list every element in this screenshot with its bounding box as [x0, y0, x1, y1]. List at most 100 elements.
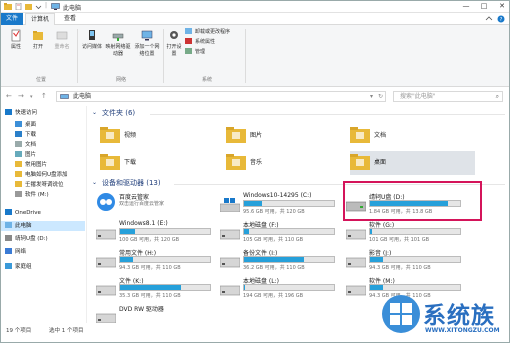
folder-item[interactable]: 下载	[100, 151, 220, 175]
forward-arrow-icon[interactable]: →	[18, 92, 24, 100]
recent-locations-icon[interactable]: ▾	[30, 94, 33, 100]
properties-button[interactable]: 属性	[7, 29, 25, 51]
group-separator	[77, 29, 78, 83]
sidebar-item[interactable]: 常用图片	[15, 160, 47, 170]
sidebar-item-label: 桌面	[25, 122, 37, 128]
folder-icon	[15, 161, 22, 167]
sidebar-item[interactable]: 家庭组	[5, 262, 32, 272]
hard-drive-icon	[220, 285, 240, 296]
folder-icon	[4, 3, 12, 10]
drive-item[interactable]: 软件 (G:) 101 GB 可用，共 101 GB	[346, 220, 472, 244]
sidebar-item[interactable]: 图片	[15, 150, 36, 160]
drive-item[interactable]: 常用文件 (H:) 94.3 GB 可用，共 110 GB	[96, 248, 222, 272]
search-input[interactable]: 搜索"此电脑" ⌕	[393, 91, 503, 102]
up-arrow-icon[interactable]: ↑	[41, 92, 47, 100]
folder-item[interactable]: 视频	[100, 124, 220, 148]
address-input[interactable]: 此电脑 ▾ ↻	[56, 91, 386, 102]
tab-computer[interactable]: 计算机	[25, 13, 55, 25]
capacity-fill	[244, 257, 305, 262]
music-folder-icon	[226, 154, 246, 170]
add-network-location-button[interactable]: 添加一个网络位置	[133, 29, 161, 58]
capacity-fill	[370, 229, 372, 234]
folders-collapse-icon[interactable]: ⌄	[92, 109, 97, 116]
minimize-button[interactable]: —	[457, 1, 475, 12]
drive-space: 95.6 GB 可用，共 120 GB	[243, 209, 305, 215]
drives-header[interactable]: 设备和驱动器 (13)	[102, 178, 161, 188]
open-button[interactable]: 打开	[29, 29, 47, 51]
sidebar-item[interactable]: 网络	[5, 247, 26, 257]
section-divider	[150, 114, 505, 115]
collapse-ribbon-icon[interactable]	[485, 16, 493, 22]
help-icon[interactable]: ?	[497, 15, 505, 23]
access-media-button[interactable]: 访问媒体	[81, 29, 103, 51]
sidebar-item-label: 电脑如何U盘添加	[25, 172, 68, 178]
close-button[interactable]: ✕	[493, 1, 509, 12]
address-bar-row: ← → ▾ ↑ 此电脑 ▾ ↻ 搜索"此电脑" ⌕	[1, 88, 509, 105]
capacity-bar	[369, 256, 461, 263]
sidebar-item[interactable]: OneDrive	[5, 208, 41, 218]
system-properties-button[interactable]: 系统属性	[185, 38, 215, 46]
drive-item[interactable]: 影音 (J:) 94.3 GB 可用，共 110 GB	[346, 248, 472, 272]
manage-button[interactable]: 管理	[185, 48, 205, 56]
rename-icon	[56, 31, 68, 40]
quick-access-dropdown-icon[interactable]	[35, 3, 42, 10]
drive-space: 双击运行百度云管家	[119, 201, 165, 207]
sidebar-item[interactable]: 电脑如何U盘添加	[15, 170, 68, 180]
sidebar-item[interactable]: 此电脑	[1, 221, 85, 231]
document-folder-icon	[350, 127, 370, 143]
drive-item[interactable]: Windows10-14295 (C:) 95.6 GB 可用，共 120 GB	[220, 192, 346, 216]
sidebar-item[interactable]: 快速访问	[5, 108, 37, 118]
open-settings-button[interactable]: 打开设置	[165, 29, 183, 58]
map-drive-button[interactable]: 映射网络驱动器	[105, 29, 131, 58]
capacity-bar	[243, 256, 335, 263]
homegroup-icon	[5, 263, 12, 269]
folder-item[interactable]: 图片	[226, 124, 346, 148]
sidebar-item[interactable]: 下载	[15, 130, 36, 140]
drive-space: 194 GB 可用，共 196 GB	[243, 293, 304, 299]
search-icon: ⌕	[495, 93, 499, 100]
new-folder-icon[interactable]	[25, 3, 32, 10]
drive-item[interactable]: 备份文件 (I:) 36.2 GB 可用，共 110 GB	[220, 248, 346, 272]
capacity-bar	[369, 228, 461, 235]
hard-drive-icon	[96, 313, 116, 324]
folder-label: 文档	[374, 132, 387, 139]
desktop-folder-icon	[350, 154, 370, 170]
system-properties-label: 系统属性	[195, 39, 216, 45]
sidebar-item[interactable]: 靖轲U盘 (D:)	[5, 234, 48, 244]
drives-collapse-icon[interactable]: ⌄	[92, 179, 97, 186]
refresh-icon[interactable]: ↻	[378, 92, 383, 102]
media-icon	[89, 30, 95, 40]
sidebar-item[interactable]: 软件 (M:)	[15, 190, 49, 200]
folders-header[interactable]: 文件夹 (6)	[102, 108, 135, 118]
item-count: 19 个项目	[6, 328, 32, 334]
windows-logo-icon	[382, 295, 420, 333]
drive-item[interactable]: 文件 (K:) 35.3 GB 可用，共 110 GB	[96, 276, 222, 300]
capacity-fill	[244, 285, 245, 290]
drive-item[interactable]: 百度云管家 双击运行百度云管家	[96, 192, 222, 216]
drive-item[interactable]: 本地磁盘 (L:) 194 GB 可用，共 196 GB	[220, 276, 346, 300]
sidebar-item[interactable]: 桌面	[15, 120, 36, 130]
tab-view[interactable]: 查看	[59, 13, 81, 25]
drive-space: 100 GB 可用，共 120 GB	[119, 237, 180, 243]
drive-item[interactable]: Windows8.1 (E:) 100 GB 可用，共 120 GB	[96, 220, 222, 244]
address-dropdown-icon[interactable]: ▾	[370, 92, 373, 102]
capacity-fill	[120, 285, 182, 290]
sidebar-item-label: 家庭组	[15, 264, 32, 270]
rename-button[interactable]: 重命名	[50, 29, 74, 51]
drive-space: 101 GB 可用，共 101 GB	[369, 237, 430, 243]
folder-item[interactable]: 文档	[350, 124, 470, 148]
back-arrow-icon[interactable]: ←	[6, 92, 12, 100]
sidebar-item-label: 下载	[25, 132, 37, 138]
sidebar-item[interactable]: 壬撂发呀调说位	[15, 180, 64, 190]
computer-icon	[51, 3, 60, 10]
folder-item[interactable]: 音乐	[226, 151, 346, 175]
maximize-button[interactable]: □	[475, 1, 493, 12]
properties-icon[interactable]	[15, 3, 22, 10]
sidebar-item[interactable]: 文档	[15, 140, 36, 150]
tab-file[interactable]: 文件	[1, 13, 23, 25]
computer-icon	[5, 222, 12, 228]
uninstall-button[interactable]: 卸载或更改程序	[185, 28, 230, 36]
folder-item[interactable]: 桌面	[350, 151, 475, 175]
network-icon	[5, 248, 12, 254]
drive-item[interactable]: 本地磁盘 (F:) 105 GB 可用，共 110 GB	[220, 220, 346, 244]
